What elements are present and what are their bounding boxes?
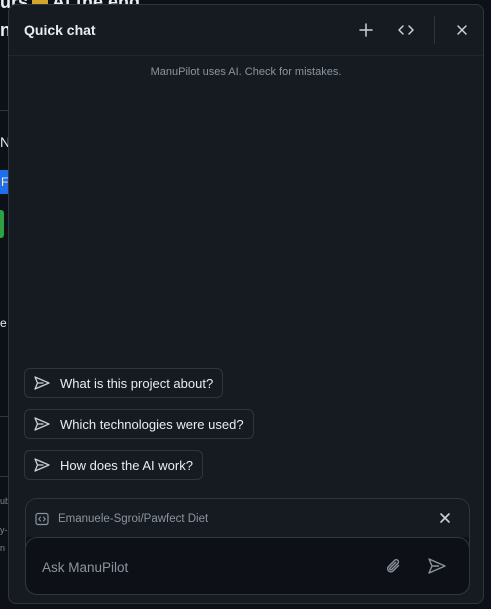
message-input-area	[25, 537, 470, 595]
attach-button[interactable]	[382, 554, 406, 578]
background-small-text: y-	[0, 525, 8, 535]
background-small-text: n	[0, 543, 6, 553]
send-icon	[33, 415, 51, 433]
panel-title: Quick chat	[24, 22, 96, 38]
send-icon	[33, 374, 51, 392]
background-divider	[0, 416, 8, 417]
send-icon	[33, 456, 51, 474]
suggestion-ai-work[interactable]: How does the AI work?	[24, 450, 203, 480]
close-button[interactable]	[450, 18, 474, 42]
quick-chat-panel: Quick chat ManuPilot uses AI. Check for …	[8, 4, 484, 604]
close-icon	[457, 25, 467, 35]
suggestion-label: What is this project about?	[60, 375, 214, 391]
panel-header: Quick chat	[9, 5, 483, 56]
background-divider	[0, 476, 8, 477]
paperclip-icon	[387, 559, 400, 573]
background-letter-e: e	[0, 316, 7, 330]
remove-context-button[interactable]	[437, 510, 453, 526]
suggestion-project-about[interactable]: What is this project about?	[24, 368, 224, 398]
code-square-icon	[35, 512, 49, 526]
new-chat-button[interactable]	[354, 18, 378, 42]
suggestion-label: Which technologies were used?	[60, 416, 244, 432]
code-button[interactable]	[394, 18, 418, 42]
suggestion-technologies[interactable]: Which technologies were used?	[24, 409, 254, 439]
background-divider	[0, 110, 8, 111]
background-green-button[interactable]	[0, 210, 4, 238]
header-separator	[434, 16, 435, 44]
background-blue-chip[interactable]: F	[0, 170, 8, 194]
code-icon	[398, 25, 414, 35]
context-reference: Emanuele-Sgroi/Pawfect Diet	[26, 499, 469, 537]
message-input[interactable]	[42, 560, 362, 575]
send-icon	[428, 558, 446, 574]
ai-disclaimer: ManuPilot uses AI. Check for mistakes.	[150, 66, 342, 78]
send-button[interactable]	[425, 554, 449, 578]
close-icon	[440, 513, 450, 523]
suggestion-label: How does the AI work?	[60, 457, 193, 473]
context-label: Emanuele-Sgroi/Pawfect Diet	[58, 513, 209, 525]
plus-icon	[359, 23, 373, 37]
chat-composer: Emanuele-Sgroi/Pawfect Diet	[25, 498, 470, 595]
